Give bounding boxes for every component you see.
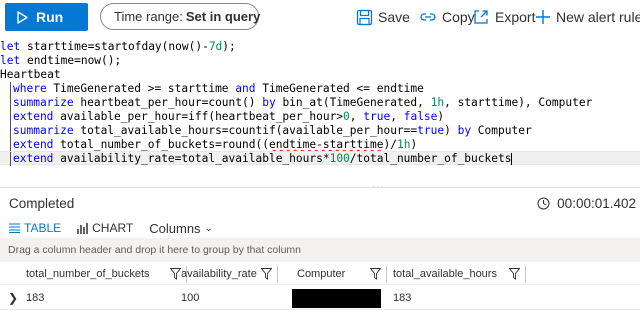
export-button[interactable]: Export [472,5,535,29]
new-alert-label: New alert rule [556,9,640,25]
tab-chart[interactable]: CHART [77,221,133,235]
code-line: where TimeGenerated >= starttime and Tim… [0,82,640,96]
duration-value: 00:00:01.402 [557,196,636,211]
results-tabs: TABLE CHART Columns ⌄ [9,218,229,238]
code-line: extend available_per_hour=iff(heartbeat_… [0,110,640,124]
time-range-picker[interactable]: Time range: Set in query [100,3,261,30]
code-line: let endtime=now(); [0,54,122,67]
column-header-computer[interactable]: Computer [290,263,386,285]
pane-divider[interactable] [0,187,640,188]
export-label: Export [495,9,536,25]
plus-icon [536,10,550,24]
pane-splitter-handle[interactable]: ... [372,177,385,191]
tab-table[interactable]: TABLE [9,221,61,235]
cell-total-available-hours: 183 [393,292,412,304]
column-separator[interactable] [525,266,526,283]
new-alert-rule-button[interactable]: New alert rule [535,5,640,29]
filter-icon[interactable] [509,268,520,280]
column-header-total-number-of-buckets[interactable]: total_number_of_buckets [19,263,186,285]
query-status: Completed [9,196,75,211]
error-squiggle: endtime-starttime [268,138,384,151]
time-range-prefix: Time range: [114,9,183,24]
code-line: summarize heartbeat_per_hour=count() by … [0,96,640,110]
copy-button[interactable]: Copy [419,5,475,29]
time-range-value: Set in query [185,9,261,24]
code-line: extend total_number_of_buckets=round((en… [0,138,640,152]
column-header-availability-rate[interactable]: availability_rate [174,263,277,285]
filter-icon[interactable] [370,268,381,280]
redacted-computer-cell [292,289,381,308]
query-editor[interactable]: let starttime=startofday(now()-7d); let … [0,36,640,184]
code-line: Heartbeat [0,68,61,81]
clock-icon [537,197,550,210]
copy-label: Copy [442,9,475,25]
query-toolbar: Run Time range: Set in query Save Copy E… [0,0,640,36]
results-grid-header: total_number_of_buckets availability_rat… [0,263,640,285]
run-label: Run [36,9,64,25]
link-icon [420,13,436,21]
column-separator[interactable] [277,266,278,283]
text-cursor [511,153,513,165]
save-button[interactable]: Save [356,5,410,29]
chevron-down-icon: ⌄ [204,222,213,234]
save-icon [356,9,373,25]
query-duration: 00:00:01.402 [537,196,636,211]
cell-total-number-of-buckets: 183 [26,292,45,304]
export-icon [474,10,488,24]
cell-availability-rate: 100 [181,292,200,304]
code-line-current: extend availability_rate=total_available… [0,151,640,166]
table-icon [9,223,20,233]
bar-chart-icon [77,222,88,234]
columns-dropdown[interactable]: Columns ⌄ [149,221,213,236]
group-by-drop-zone[interactable]: Drag a column header and drop it here to… [0,238,640,262]
save-label: Save [378,9,410,25]
run-button[interactable]: Run [5,3,88,31]
code-line: let starttime=startofday(now()-7d); [0,40,236,53]
code-line: summarize total_available_hours=countif(… [0,124,640,138]
expand-row-icon[interactable]: ❯ [8,286,18,310]
column-header-total-available-hours[interactable]: total_available_hours [386,263,525,285]
table-row[interactable]: ❯ 183 100 183 [0,286,640,310]
play-icon [17,10,28,24]
filter-icon[interactable] [261,268,272,280]
